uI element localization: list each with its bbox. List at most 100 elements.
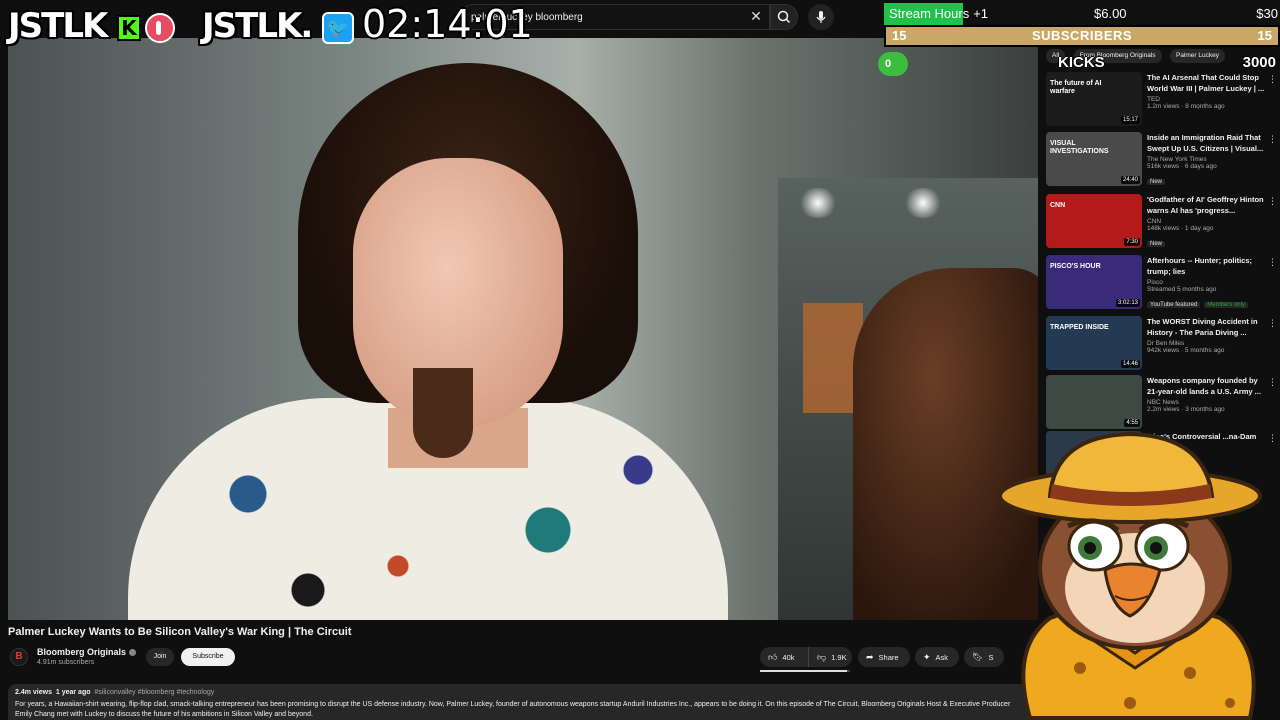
join-button[interactable]: Join bbox=[146, 648, 174, 666]
more-options-icon[interactable]: ⋮ bbox=[1268, 196, 1277, 206]
streamer-logo-kick: JSTLK bbox=[8, 6, 108, 46]
dislike-count: 1.9K bbox=[831, 653, 847, 662]
search-icon bbox=[777, 10, 791, 24]
video-duration: 3:02:13 bbox=[1115, 299, 1140, 307]
channel-name[interactable]: Bloomberg Originals bbox=[37, 647, 137, 657]
ask-label: Ask bbox=[935, 653, 949, 662]
hashtags[interactable]: #siliconvalley #bloomberg #technology bbox=[94, 689, 214, 696]
recommendation-title[interactable]: 'Godfather of AI' Geoffrey Hinton warns … bbox=[1147, 194, 1265, 216]
recommendation-item[interactable]: The future of AI warfare 15:17 The AI Arse… bbox=[1046, 72, 1277, 128]
recommendation-title[interactable]: The WORST Diving Accident in History - T… bbox=[1147, 316, 1265, 338]
recommendation-badge: New bbox=[1147, 241, 1166, 247]
kick-logo-icon: K bbox=[117, 15, 141, 41]
video-thumbnail[interactable]: CNN 7:30 bbox=[1046, 194, 1142, 248]
thumbnail-text: TRAPPED INSIDE bbox=[1050, 324, 1109, 331]
recommendation-info: The AI Arsenal That Could Stop World War… bbox=[1147, 72, 1265, 110]
kicks-goal-target: 3000 bbox=[1242, 54, 1276, 71]
recommendation-info: The WORST Diving Accident in History - T… bbox=[1147, 316, 1265, 354]
more-options-icon[interactable]: ⋮ bbox=[1268, 377, 1277, 387]
recommendation-channel[interactable]: NBC News bbox=[1147, 399, 1265, 406]
subscribers-goal-bar: SUBSCRIBERS 15 15 bbox=[884, 25, 1280, 47]
members-only-badge: Members only bbox=[1204, 302, 1248, 308]
search-button[interactable] bbox=[770, 4, 798, 30]
recommendation-item[interactable]: TRAPPED INSIDE 14:46 The WORST Diving Acci… bbox=[1046, 316, 1277, 372]
thumbs-down-icon: 👎︎ bbox=[817, 652, 827, 662]
ask-button[interactable]: ✦ Ask bbox=[915, 647, 959, 667]
bookmark-icon: 🔖︎ bbox=[972, 652, 984, 662]
more-options-icon[interactable]: ⋮ bbox=[1268, 318, 1277, 328]
video-thumbnail[interactable]: VISUAL INVESTIGATIONS 24:40 bbox=[1046, 132, 1142, 186]
recommendation-title[interactable]: Afterhours -- Hunter; politics; trump; l… bbox=[1147, 255, 1265, 277]
recommendation-title[interactable]: Inside an Immigration Raid That Swept Up… bbox=[1147, 132, 1265, 154]
like-ratio-bar bbox=[760, 670, 850, 672]
recommendation-channel[interactable]: Pisco bbox=[1147, 279, 1265, 286]
recommendation-channel[interactable]: TED bbox=[1147, 96, 1265, 103]
video-duration: 14:46 bbox=[1120, 360, 1140, 368]
video-thumbnail[interactable]: TRAPPED INSIDE 14:46 bbox=[1046, 316, 1142, 370]
channel-name-text[interactable]: Bloomberg Originals bbox=[37, 647, 126, 657]
recommendation-info: Inside an Immigration Raid That Swept Up… bbox=[1147, 132, 1265, 188]
voice-search-button[interactable] bbox=[808, 4, 834, 30]
video-title: Palmer Luckey Wants to Be Silicon Valley… bbox=[8, 626, 352, 638]
like-dislike-group: 👍︎ 40k 👎︎ 1.9K bbox=[760, 647, 852, 667]
more-options-icon[interactable]: ⋮ bbox=[1268, 134, 1277, 144]
share-icon: ➦ bbox=[866, 652, 874, 662]
thumbs-up-icon: 👍︎ bbox=[768, 652, 778, 662]
like-button[interactable]: 👍︎ 40k bbox=[760, 647, 806, 667]
recommendation-item[interactable]: CNN 7:30 'Godfather of AI' Geoffrey Hinton… bbox=[1046, 194, 1277, 250]
subscribers-goal-current: 15 bbox=[892, 28, 907, 43]
description-meta: 2.4m views 1 year ago #siliconvalley #bl… bbox=[15, 689, 1021, 696]
recommendation-channel[interactable]: The New York Times bbox=[1147, 156, 1265, 163]
recommendation-badge: YouTube featured bbox=[1147, 302, 1201, 308]
verified-icon bbox=[129, 649, 137, 657]
thumbnail-text: VISUAL INVESTIGATIONS bbox=[1050, 140, 1109, 155]
recommendation-item[interactable]: VISUAL INVESTIGATIONS 24:40 Inside an Immi… bbox=[1046, 132, 1277, 188]
thumbnail-text: PISCO'S HOUR bbox=[1050, 263, 1101, 270]
video-player[interactable] bbox=[8, 38, 1038, 620]
recommendation-stats: 148k views · 1 day ago bbox=[1147, 225, 1214, 232]
channel-subscriber-count: 4.91m subscribers bbox=[37, 659, 95, 666]
upload-age: 1 year ago bbox=[55, 689, 91, 696]
share-label: Share bbox=[878, 653, 899, 662]
description-text: For years, a Hawaiian-shirt wearing, fli… bbox=[15, 701, 1011, 718]
video-person-beard bbox=[413, 368, 473, 458]
kicks-goal-current: 0 bbox=[878, 52, 908, 76]
recommendation-info: Afterhours -- Hunter; politics; trump; l… bbox=[1147, 255, 1265, 311]
recommendation-stats: 516k views · 6 days ago bbox=[1147, 163, 1217, 170]
recommendation-channel[interactable]: Dr Ben Miles bbox=[1147, 340, 1265, 347]
recommendation-info: Weapons company founded by 21-year-old l… bbox=[1147, 375, 1265, 413]
thumbnail-text: The future of AI warfare bbox=[1050, 80, 1102, 95]
thumbnail-text: CNN bbox=[1050, 202, 1066, 209]
video-light bbox=[798, 188, 838, 218]
more-options-icon[interactable]: ⋮ bbox=[1268, 257, 1277, 267]
video-thumbnail[interactable]: PISCO'S HOUR 3:02:13 bbox=[1046, 255, 1142, 309]
stream-hours-current: $6.00 bbox=[1094, 6, 1127, 21]
bird-mascot-image bbox=[998, 431, 1262, 720]
recommendation-channel[interactable]: CNN bbox=[1147, 218, 1265, 225]
streamer-logo-twitter: JSTLK. bbox=[202, 6, 313, 46]
recommendation-stats: 1.2m views · 8 months ago bbox=[1147, 103, 1225, 110]
video-thumbnail[interactable]: The future of AI warfare 15:17 bbox=[1046, 72, 1142, 126]
view-count: 2.4m views bbox=[15, 689, 52, 696]
subscribe-button[interactable]: Subscribe bbox=[181, 648, 235, 666]
video-duration: 7:30 bbox=[1124, 238, 1140, 246]
dislike-button[interactable]: 👎︎ 1.9K bbox=[808, 647, 852, 667]
recommendation-title[interactable]: Weapons company founded by 21-year-old l… bbox=[1147, 375, 1265, 397]
close-icon[interactable]: ✕ bbox=[748, 8, 764, 24]
stream-timer: 02:14:01 bbox=[362, 2, 533, 46]
stream-hours-max: $30 bbox=[1256, 6, 1278, 21]
recommendation-item[interactable]: PISCO'S HOUR 3:02:13 Afterhours -- Hunter;… bbox=[1046, 255, 1277, 311]
mic-icon bbox=[816, 11, 826, 23]
share-button[interactable]: ➦ Share bbox=[858, 647, 910, 667]
video-duration: 24:40 bbox=[1120, 176, 1140, 184]
recommendation-stats: Streamed 5 months ago bbox=[1147, 286, 1217, 293]
channel-avatar[interactable]: B bbox=[10, 648, 28, 666]
recommendation-stats: 942k views · 5 months ago bbox=[1147, 347, 1225, 354]
description-box[interactable]: 2.4m views 1 year ago #siliconvalley #bl… bbox=[8, 684, 1028, 720]
kicks-goal-label: KICKS bbox=[1058, 54, 1105, 71]
recommendation-info: 'Godfather of AI' Geoffrey Hinton warns … bbox=[1147, 194, 1265, 250]
stream-hours-label: Stream Hours +1 bbox=[889, 3, 988, 25]
record-icon bbox=[145, 13, 175, 43]
recommendation-badges: New bbox=[1147, 170, 1265, 188]
recommendation-badges: New bbox=[1147, 232, 1265, 250]
